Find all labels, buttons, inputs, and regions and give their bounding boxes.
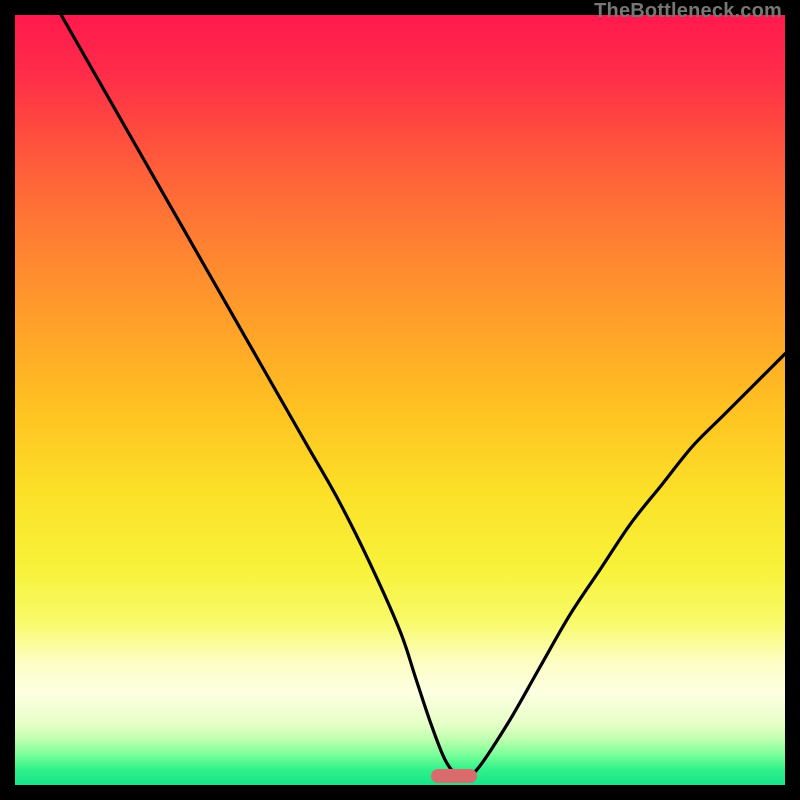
bottleneck-curve [15,15,785,785]
curve-path [61,15,785,778]
watermark-text: TheBottleneck.com [594,0,782,23]
chart-frame: TheBottleneck.com [0,0,800,800]
optimum-marker [431,769,477,783]
plot-area [15,15,785,785]
